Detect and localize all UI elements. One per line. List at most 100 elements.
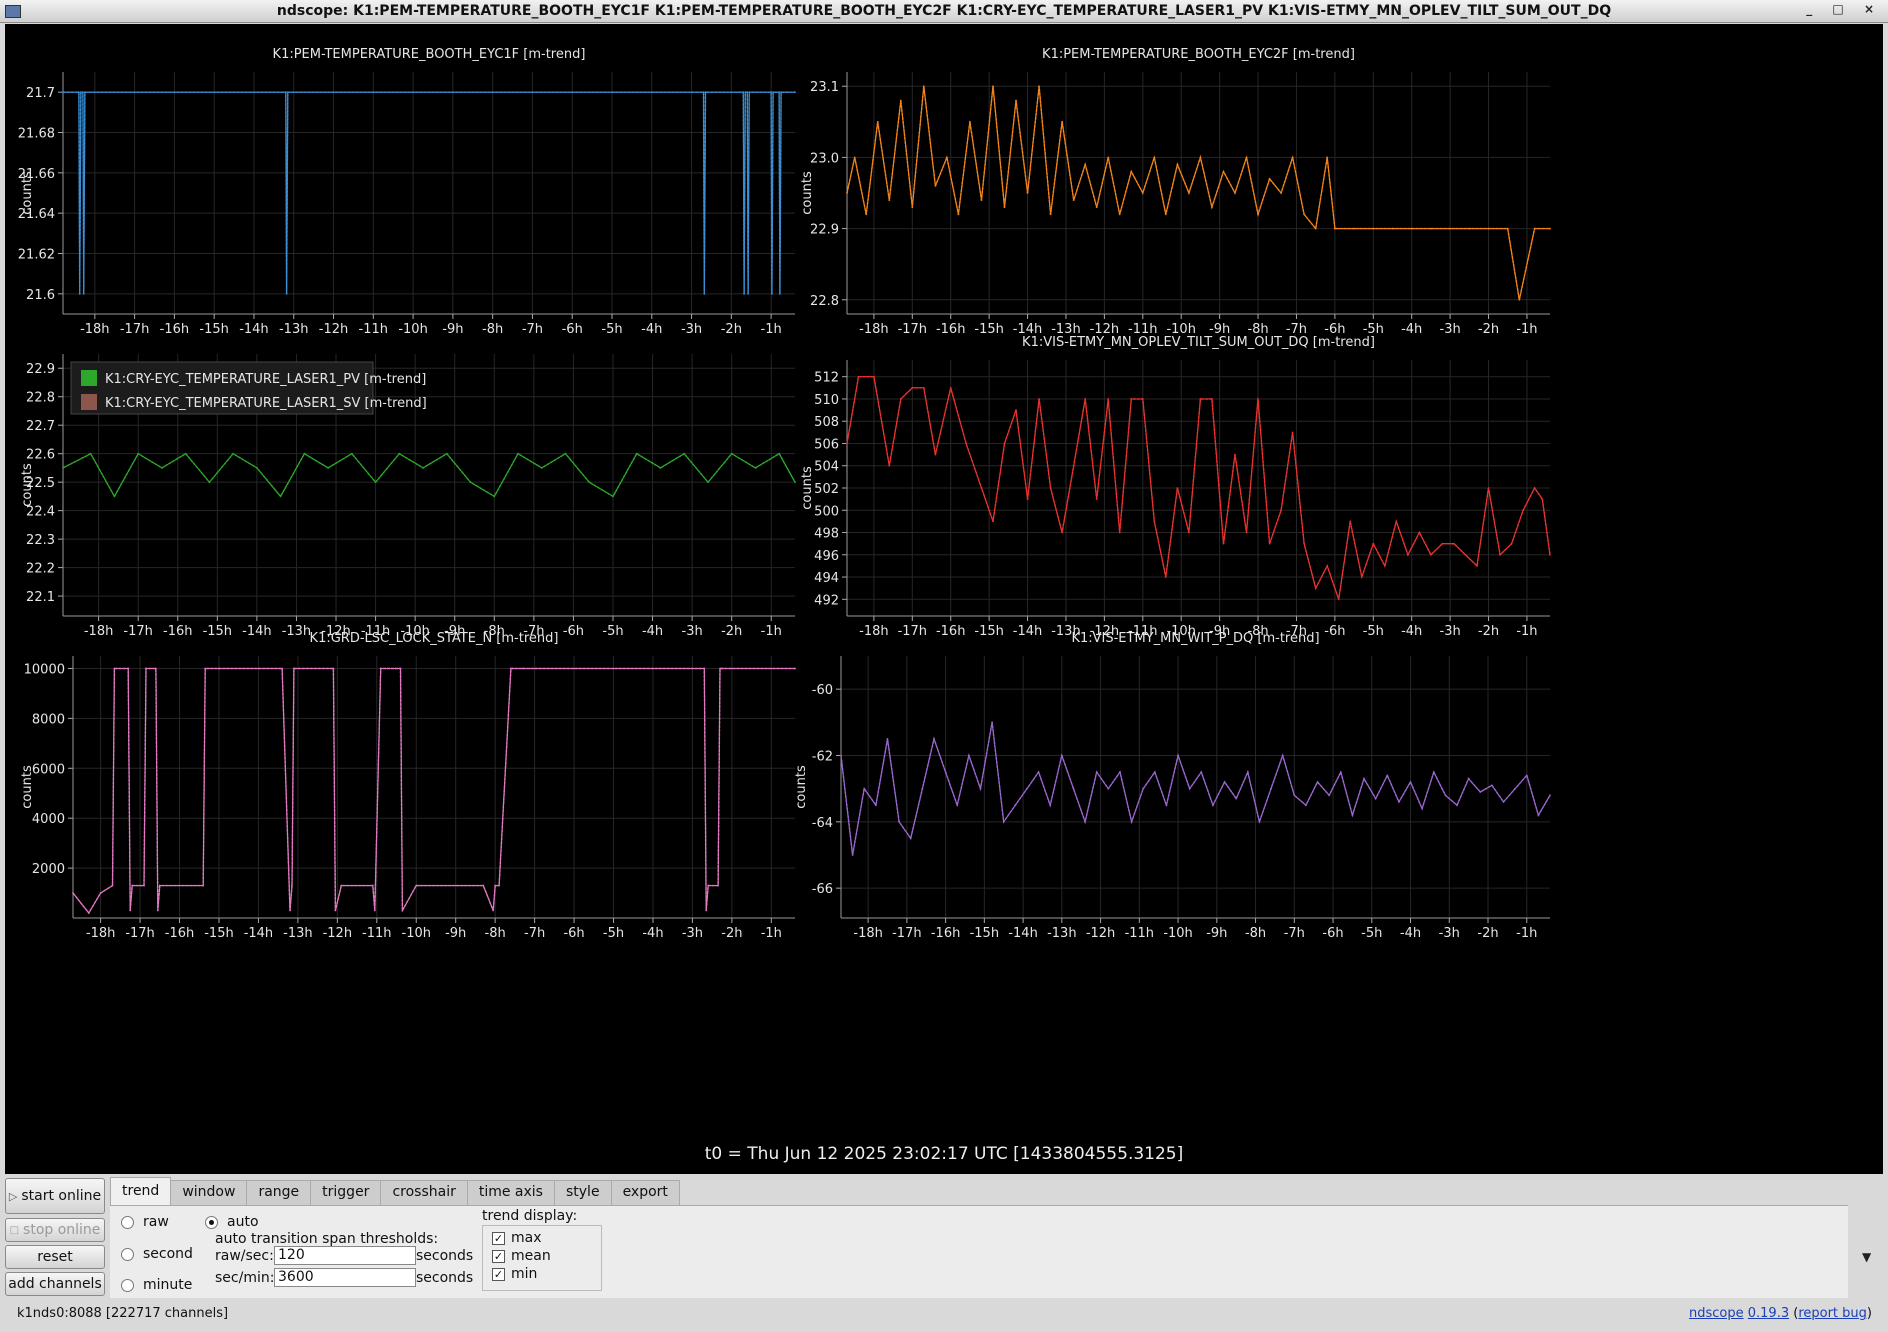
data-point xyxy=(794,91,796,94)
radio-minute[interactable]: minute xyxy=(121,1277,192,1293)
tab-crosshair[interactable]: crosshair xyxy=(380,1180,468,1206)
x-tick-label: -16h xyxy=(936,322,965,337)
tab-trend[interactable]: trend xyxy=(110,1177,172,1208)
x-tick-label: -2h xyxy=(1478,624,1499,639)
reset-button[interactable]: reset xyxy=(5,1245,105,1269)
data-point xyxy=(704,91,707,94)
data-point xyxy=(1061,531,1064,534)
data-point xyxy=(289,909,291,912)
x-tick-label: -18h xyxy=(86,926,115,941)
data-point xyxy=(770,91,773,94)
ndscope-link[interactable]: ndscope xyxy=(1689,1306,1744,1321)
data-point xyxy=(1418,531,1421,534)
checkbox-mean-check-icon: ✓ xyxy=(492,1249,505,1263)
checkbox-min[interactable]: ✓ min xyxy=(492,1266,537,1282)
data-point xyxy=(350,452,353,455)
start-online-label: start online xyxy=(21,1188,102,1204)
tab-export[interactable]: export xyxy=(610,1180,680,1206)
x-tick-label: -11h xyxy=(1125,926,1154,941)
add-channels-button[interactable]: add channels xyxy=(5,1272,105,1296)
window-controls[interactable]: _ □ × xyxy=(1806,2,1882,16)
data-point xyxy=(293,667,295,670)
data-point xyxy=(683,452,686,455)
x-tick-label: -3h xyxy=(681,322,702,337)
data-point xyxy=(89,452,92,455)
data-point xyxy=(1541,498,1544,501)
trend-display-label: trend display: xyxy=(482,1208,578,1224)
tab-range[interactable]: range xyxy=(246,1180,312,1206)
data-point xyxy=(1095,206,1098,209)
stop-online-button[interactable]: □ stop online xyxy=(5,1218,105,1242)
tab-time-axis[interactable]: time axis xyxy=(466,1180,555,1206)
x-tick-label: -12h xyxy=(1086,926,1115,941)
data-point xyxy=(422,467,424,469)
data-point xyxy=(778,292,781,295)
y-axis-label: counts xyxy=(800,466,815,510)
radio-minute-label: minute xyxy=(143,1277,193,1293)
data-point xyxy=(1049,487,1052,489)
data-point xyxy=(1107,156,1110,159)
plots-canvas[interactable]: -18h -17h -16h -15h -14h -13h -12h -11h -10h -9h -… xyxy=(5,24,1883,1174)
data-point xyxy=(374,481,377,484)
data-point xyxy=(747,292,749,295)
data-point xyxy=(1141,192,1144,194)
data-point xyxy=(1432,771,1435,773)
data-point xyxy=(846,192,848,194)
x-tick-label: -2h xyxy=(1478,322,1499,337)
data-point xyxy=(1281,754,1284,757)
data-point xyxy=(840,754,842,757)
radio-raw[interactable]: raw xyxy=(121,1214,169,1230)
tab-trigger[interactable]: trigger xyxy=(310,1180,382,1206)
data-point xyxy=(612,495,614,498)
data-point xyxy=(1468,227,1471,230)
collapse-arrow-icon[interactable]: ▼ xyxy=(1862,1250,1871,1264)
data-point xyxy=(72,892,74,894)
data-point xyxy=(934,184,937,187)
sec-min-input[interactable]: 3600 xyxy=(274,1268,416,1287)
data-point xyxy=(286,91,289,94)
data-point xyxy=(748,91,751,94)
data-point xyxy=(876,120,879,123)
radio-second[interactable]: second xyxy=(121,1246,193,1262)
data-point xyxy=(1200,771,1203,773)
checkbox-max[interactable]: ✓ max xyxy=(492,1230,542,1246)
data-point xyxy=(1095,498,1098,501)
plot-title: K1:PEM-TEMPERATURE_BOOTH_EYC2F [m-trend] xyxy=(1042,47,1355,62)
x-tick-label: -6h xyxy=(1324,624,1345,639)
data-point xyxy=(1395,520,1398,523)
x-tick-label: -3h xyxy=(682,624,703,639)
data-point xyxy=(857,375,860,378)
data-point xyxy=(1015,99,1017,102)
data-point xyxy=(1130,170,1133,173)
x-tick-label: -7h xyxy=(1284,926,1305,941)
data-point xyxy=(521,667,524,670)
report-bug-link[interactable]: report bug xyxy=(1798,1306,1867,1321)
version-link[interactable]: 0.19.3 xyxy=(1748,1306,1789,1321)
data-point xyxy=(1212,804,1214,807)
data-point xyxy=(957,213,960,216)
data-point xyxy=(888,199,891,202)
radio-auto[interactable]: auto xyxy=(205,1214,259,1230)
data-point xyxy=(158,884,161,887)
data-point xyxy=(778,452,781,455)
series-envelope-line xyxy=(62,452,796,498)
y-tick-label: 512 xyxy=(814,371,839,386)
y-tick-label: -64 xyxy=(812,816,833,831)
data-point xyxy=(1326,156,1329,159)
data-point xyxy=(510,667,512,670)
data-point xyxy=(707,884,710,887)
tab-style[interactable]: style xyxy=(553,1180,612,1206)
tab-window[interactable]: window xyxy=(170,1180,248,1206)
raw-sec-input[interactable]: 120 xyxy=(274,1246,416,1265)
x-tick-label: -18h xyxy=(853,926,882,941)
data-point xyxy=(1257,213,1259,216)
data-point xyxy=(754,467,757,469)
data-point xyxy=(771,292,773,295)
raw-sec-unit: seconds xyxy=(416,1248,474,1264)
checkbox-mean[interactable]: ✓ mean xyxy=(492,1248,551,1264)
data-point xyxy=(1409,781,1412,783)
start-online-button[interactable]: ▷ start online xyxy=(5,1178,105,1214)
data-point xyxy=(1467,777,1470,780)
data-point xyxy=(113,495,116,498)
data-point xyxy=(255,467,258,469)
